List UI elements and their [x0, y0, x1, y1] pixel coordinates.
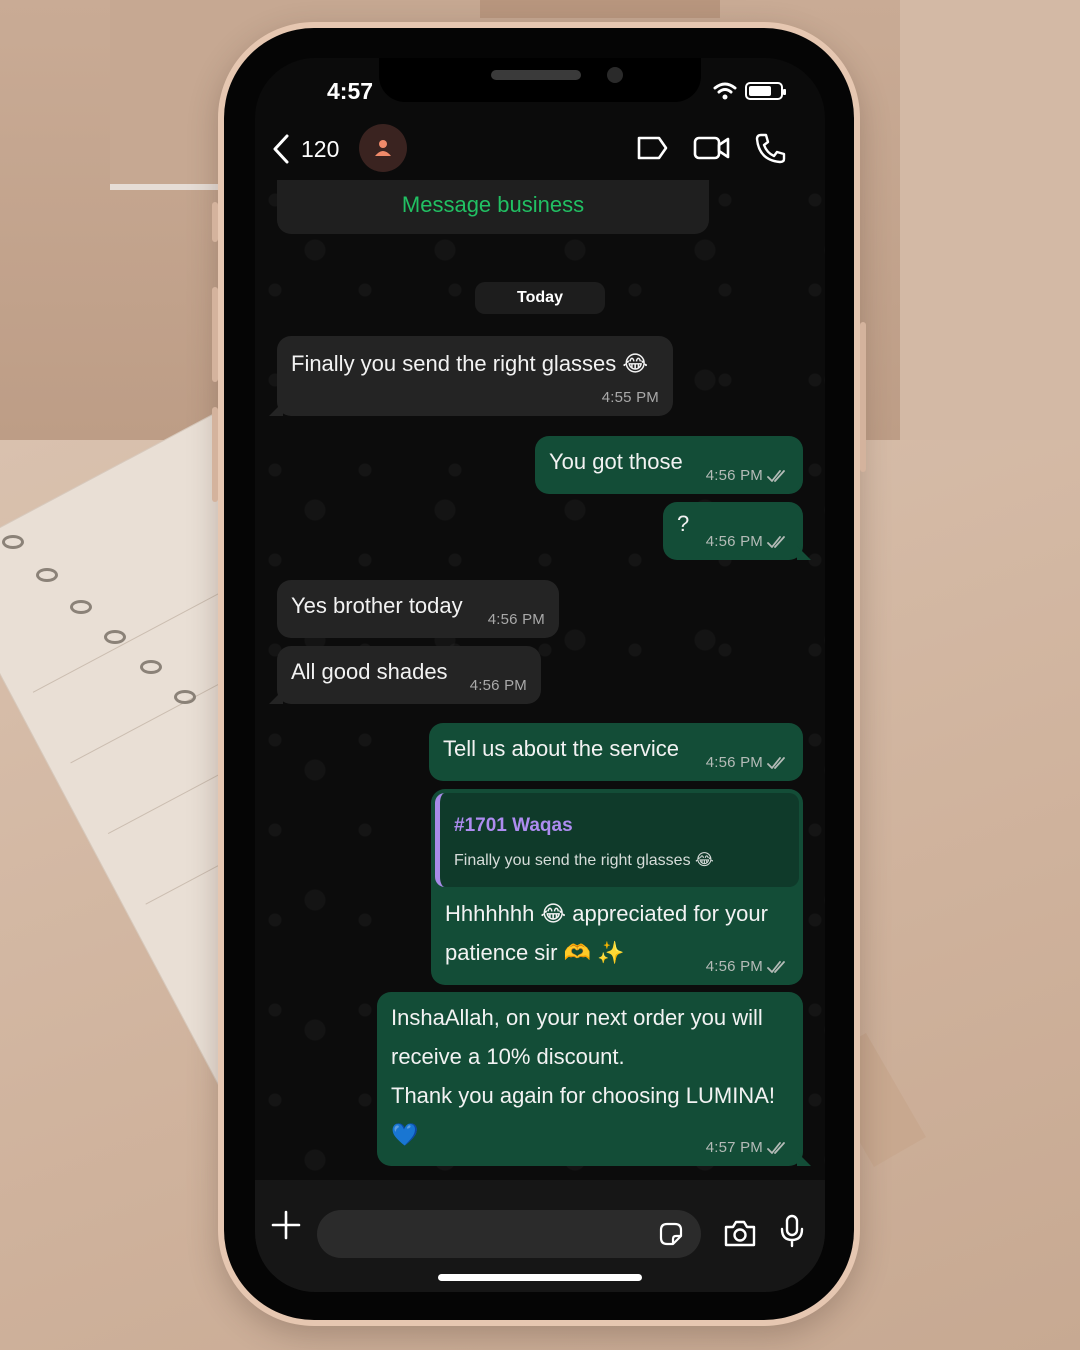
- message-bubble-outgoing[interactable]: Tell us about the service 4:56 PM: [429, 723, 803, 781]
- message-business-link[interactable]: Message business: [402, 192, 584, 218]
- message-time: 4:56 PM: [469, 677, 527, 694]
- notebook-ring: [104, 630, 126, 644]
- bubble-tail: [797, 1152, 811, 1166]
- status-time: 4:57: [327, 78, 374, 104]
- message-meta: 4:56 PM: [470, 678, 527, 694]
- notebook-ring: [140, 660, 162, 674]
- microphone-icon[interactable]: [779, 1214, 805, 1248]
- notch-camera: [607, 67, 623, 83]
- phone-side-button: [212, 407, 218, 502]
- camera-icon[interactable]: [723, 1218, 757, 1248]
- battery-icon: [745, 82, 786, 100]
- message-time: 4:56 PM: [705, 533, 763, 550]
- phone-side-button: [212, 287, 218, 382]
- message-time: 4:57 PM: [705, 1139, 763, 1156]
- notebook-ring: [174, 690, 196, 704]
- message-text: InshaAllah, on your next order you will …: [391, 998, 789, 1154]
- bubble-tail: [269, 690, 283, 704]
- quoted-message[interactable]: #1701 Waqas Finally you send the right g…: [435, 793, 799, 887]
- notch: [379, 58, 701, 102]
- notebook-ring: [36, 568, 58, 582]
- message-bubble-incoming[interactable]: All good shades 4:56 PM: [269, 646, 541, 704]
- double-check-icon: [767, 757, 785, 769]
- message-line: InshaAllah, on your next order you will: [391, 1005, 763, 1030]
- notebook-ring: [2, 535, 24, 549]
- message-bubble-incoming[interactable]: Yes brother today 4:56 PM: [277, 580, 559, 638]
- chevron-left-icon[interactable]: [269, 132, 293, 166]
- status-icons: [713, 82, 786, 100]
- phone-side-button: [860, 322, 866, 472]
- message-meta: 4:56 PM: [706, 468, 789, 484]
- message-text: Finally you send the right glasses 😂: [291, 351, 649, 376]
- message-bubble-outgoing[interactable]: InshaAllah, on your next order you will …: [377, 992, 811, 1166]
- person-icon: [375, 140, 391, 156]
- quoted-text: Finally you send the right glasses 😂: [454, 852, 714, 869]
- message-meta: 4:57 PM: [706, 1140, 789, 1156]
- notebook-ring: [70, 600, 92, 614]
- message-meta: 4:56 PM: [706, 755, 789, 771]
- message-time: 4:56 PM: [705, 467, 763, 484]
- message-meta: 4:55 PM: [602, 390, 659, 406]
- backdrop-box-edge: [480, 0, 720, 18]
- wifi-icon: [713, 82, 737, 100]
- phone-screen: 4:57 120 Message business Today Finally …: [255, 58, 825, 1292]
- message-time: 4:56 PM: [705, 754, 763, 771]
- plus-icon[interactable]: [269, 1208, 303, 1242]
- back-unread-count[interactable]: 120: [301, 136, 339, 163]
- message-meta: 4:56 PM: [706, 959, 789, 975]
- double-check-icon: [767, 961, 785, 973]
- message-line: receive a 10% discount.: [391, 1044, 625, 1069]
- bubble-tail: [269, 402, 283, 416]
- message-bubble-outgoing[interactable]: You got those 4:56 PM: [535, 436, 803, 494]
- avatar[interactable]: [359, 124, 407, 172]
- message-input[interactable]: [317, 1210, 701, 1258]
- phone-frame: 4:57 120 Message business Today Finally …: [212, 22, 866, 1326]
- chat-area[interactable]: Message business Today Finally you send …: [255, 170, 825, 1180]
- double-check-icon: [767, 1142, 785, 1154]
- phone-side-button: [212, 202, 218, 242]
- message-time: 4:56 PM: [705, 958, 763, 975]
- message-line: Thank you again for choosing LUMINA!: [391, 1083, 775, 1108]
- message-line: Hhhhhhh 😂 appreciated for your: [445, 901, 768, 926]
- bubble-tail: [797, 546, 811, 560]
- message-bubble-incoming[interactable]: Finally you send the right glasses 😂 4:5…: [269, 336, 673, 416]
- message-time: 4:56 PM: [487, 611, 545, 628]
- message-bubble-outgoing-reply[interactable]: #1701 Waqas Finally you send the right g…: [431, 789, 803, 985]
- label-icon[interactable]: [635, 130, 669, 166]
- chat-header: 120: [255, 118, 825, 180]
- double-check-icon: [767, 470, 785, 482]
- sticker-icon[interactable]: [657, 1220, 685, 1248]
- video-call-icon[interactable]: [693, 130, 731, 166]
- message-time: 4:55 PM: [601, 389, 659, 406]
- message-meta: 4:56 PM: [706, 534, 789, 550]
- message-bubble-outgoing[interactable]: ? 4:56 PM: [663, 502, 811, 560]
- day-divider: Today: [475, 282, 605, 314]
- double-check-icon: [767, 536, 785, 548]
- home-indicator[interactable]: [438, 1274, 642, 1281]
- quoted-author: #1701 Waqas: [454, 815, 573, 836]
- phone-icon[interactable]: [753, 130, 787, 166]
- notch-speaker: [491, 70, 581, 80]
- message-meta: 4:56 PM: [488, 612, 545, 628]
